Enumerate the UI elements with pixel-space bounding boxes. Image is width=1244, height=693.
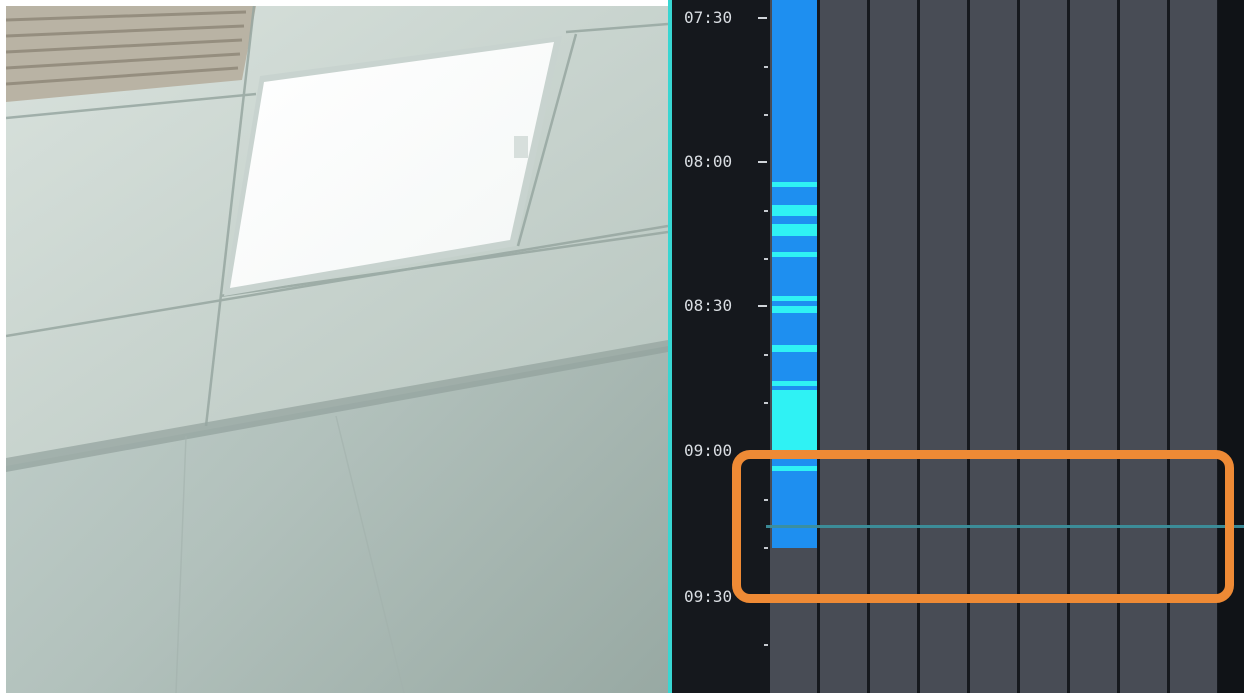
surveillance-playback-screen: 07:30 08:00 08:30 09:00 09:30 xyxy=(0,0,1244,693)
event-marker[interactable] xyxy=(772,205,817,216)
camera-view[interactable] xyxy=(6,6,668,693)
tick-major xyxy=(758,161,767,163)
tick-minor xyxy=(764,258,768,260)
tick-major xyxy=(758,305,767,307)
time-label: 08:00 xyxy=(684,152,733,171)
tick-minor xyxy=(764,644,768,646)
event-marker[interactable] xyxy=(772,182,817,187)
event-marker[interactable] xyxy=(772,345,817,352)
event-block[interactable] xyxy=(772,390,817,458)
tick-minor xyxy=(764,210,768,212)
time-label: 07:30 xyxy=(684,8,733,27)
time-label: 08:30 xyxy=(684,296,733,315)
tick-minor xyxy=(764,354,768,356)
tick-minor xyxy=(764,114,768,116)
tick-minor xyxy=(764,402,768,404)
highlight-box xyxy=(732,450,1234,603)
camera-frame xyxy=(6,6,668,693)
tick-minor xyxy=(764,66,768,68)
tick-major xyxy=(758,17,767,19)
event-marker[interactable] xyxy=(772,306,817,313)
light-panel-clip xyxy=(514,136,528,158)
event-marker[interactable] xyxy=(772,252,817,257)
event-marker[interactable] xyxy=(772,224,817,236)
event-marker[interactable] xyxy=(772,296,817,301)
event-marker[interactable] xyxy=(772,381,817,386)
